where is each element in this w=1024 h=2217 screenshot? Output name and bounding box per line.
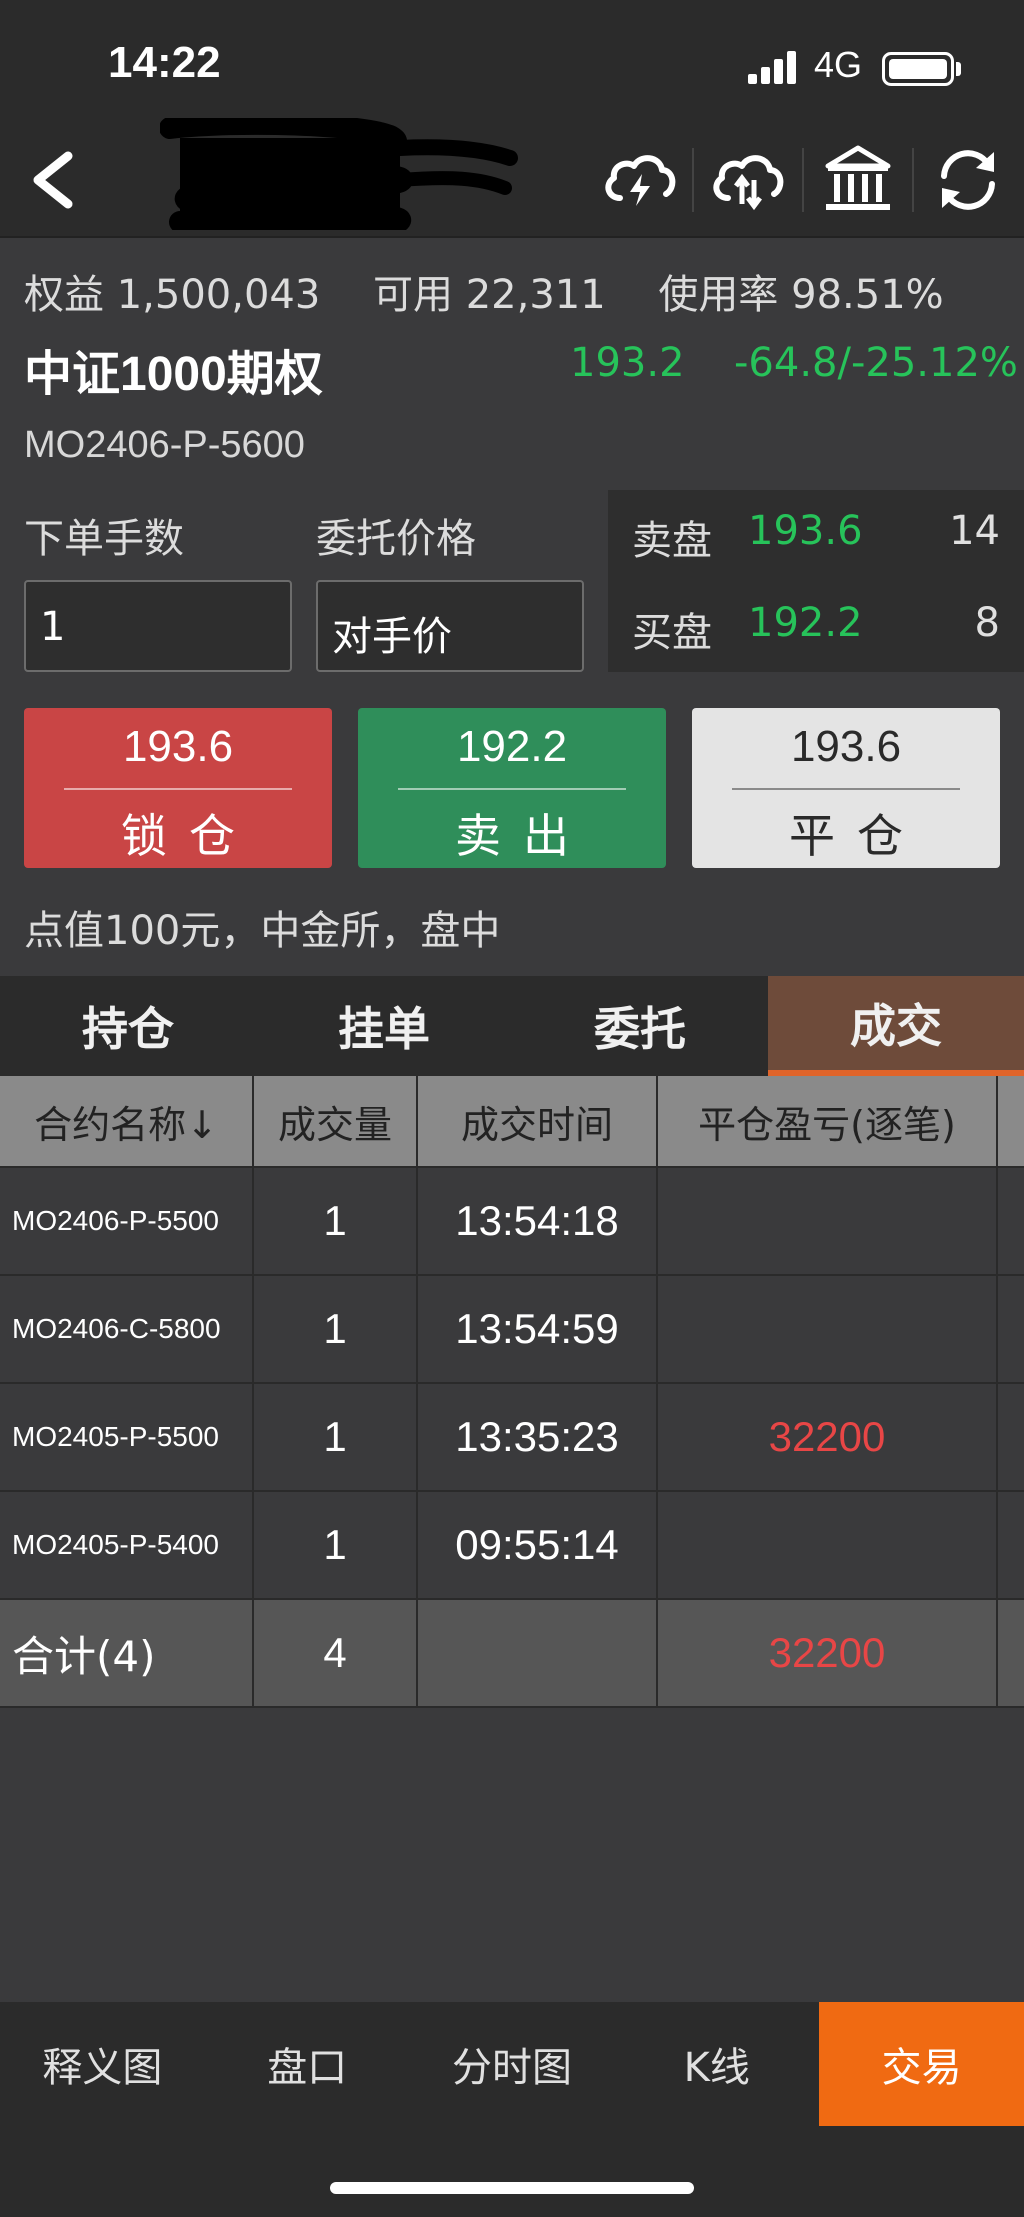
cell-contract: MO2406-P-5500 <box>0 1168 254 1274</box>
network-type: 4G <box>814 44 863 85</box>
cell-volume: 1 <box>254 1384 418 1490</box>
available-label: 可用 <box>373 272 454 318</box>
usage-label: 使用率 <box>658 272 779 318</box>
cell-contract: MO2406-C-5800 <box>0 1276 254 1382</box>
price-type-input[interactable]: 对手价 <box>316 580 584 672</box>
cell-pnl: 32200 <box>658 1384 998 1490</box>
nav-orderbook[interactable]: 盘口 <box>205 2002 410 2126</box>
cell-contract: MO2405-P-5400 <box>0 1492 254 1598</box>
bank-icon[interactable] <box>818 140 898 220</box>
account-title-redacted <box>159 112 560 238</box>
total-label: 合计(4) <box>0 1600 254 1706</box>
divider <box>732 788 960 790</box>
cell-more <box>998 1276 1024 1382</box>
close-label: 平仓 <box>789 809 925 863</box>
nav-kline[interactable]: K线 <box>614 2002 819 2126</box>
divider <box>64 788 292 790</box>
header-separator <box>912 148 914 212</box>
close-position-button[interactable]: 193.6 平仓 <box>692 708 1000 868</box>
sell-price: 192.2 <box>456 722 568 771</box>
cloud-lightning-icon[interactable] <box>600 140 680 220</box>
equity-label: 权益 <box>24 272 104 318</box>
header-separator <box>802 148 804 212</box>
sell-button[interactable]: 192.2 卖出 <box>358 708 666 868</box>
cell-more <box>998 1384 1024 1490</box>
tab-pending[interactable]: 挂单 <box>256 976 512 1076</box>
tab-trades[interactable]: 成交 <box>768 976 1024 1076</box>
table-row[interactable]: MO2406-P-5500 1 13:54:18 <box>0 1168 1024 1276</box>
trades-table: 合约名称↓ 成交量 成交时间 平仓盈亏(逐笔) MO2406-P-5500 1 … <box>0 1076 1024 1708</box>
tab-orders[interactable]: 委托 <box>512 976 768 1076</box>
record-tabs: 持仓 挂单 委托 成交 <box>0 976 1024 1076</box>
cell-more <box>998 1492 1024 1598</box>
signal-icon <box>748 50 798 84</box>
header-more <box>998 1076 1024 1166</box>
cell-contract: MO2405-P-5500 <box>0 1384 254 1490</box>
header-separator <box>692 148 694 212</box>
qty-input[interactable]: 1 <box>24 580 292 672</box>
ask-price: 193.6 <box>748 508 863 554</box>
cloud-sync-icon[interactable] <box>708 140 788 220</box>
bid-label: 买盘 <box>632 610 712 656</box>
header-time[interactable]: 成交时间 <box>418 1076 658 1166</box>
lock-position-button[interactable]: 193.6 锁仓 <box>24 708 332 868</box>
price-change: -64.8/-25.12% <box>734 340 1018 386</box>
cell-volume: 1 <box>254 1168 418 1274</box>
battery-icon <box>882 52 954 86</box>
table-header: 合约名称↓ 成交量 成交时间 平仓盈亏(逐笔) <box>0 1076 1024 1168</box>
bottom-nav: 释义图 盘口 分时图 K线 交易 <box>0 2002 1024 2126</box>
back-icon[interactable] <box>24 148 84 212</box>
available-value: 22,311 <box>465 272 606 318</box>
contract-name: 中证1000期权 <box>24 348 323 401</box>
cell-more <box>998 1168 1024 1274</box>
usage-value: 98.51% <box>791 272 944 318</box>
price-type-label: 委托价格 <box>316 516 476 562</box>
table-row[interactable]: MO2405-P-5500 1 13:35:23 32200 <box>0 1384 1024 1492</box>
account-summary: 权益 1,500,043 可用 22,311 使用率 98.51% <box>24 262 944 320</box>
table-row[interactable]: MO2406-C-5800 1 13:54:59 <box>0 1276 1024 1384</box>
last-price: 193.2 <box>570 340 685 386</box>
total-more <box>998 1600 1024 1706</box>
ask-label: 卖盘 <box>632 518 712 564</box>
contract-info: 点值100元，中金所，盘中 <box>24 908 501 954</box>
contract-code[interactable]: MO2406-P-5600 <box>24 424 305 467</box>
refresh-icon[interactable] <box>928 140 1008 220</box>
table-total-row: 合计(4) 4 32200 <box>0 1600 1024 1708</box>
cell-time: 09:55:14 <box>418 1492 658 1598</box>
bid-price: 192.2 <box>748 600 863 646</box>
home-indicator-area <box>0 2126 1024 2217</box>
nav-intraday[interactable]: 分时图 <box>410 2002 615 2126</box>
cell-volume: 1 <box>254 1276 418 1382</box>
total-pnl: 32200 <box>658 1600 998 1706</box>
nav-trade[interactable]: 交易 <box>819 2002 1024 2126</box>
close-price: 193.6 <box>790 722 902 771</box>
header-pnl[interactable]: 平仓盈亏(逐笔) <box>658 1076 998 1166</box>
sell-label: 卖出 <box>455 809 591 863</box>
cell-pnl <box>658 1168 998 1274</box>
cell-volume: 1 <box>254 1492 418 1598</box>
cell-pnl <box>658 1276 998 1382</box>
header-volume[interactable]: 成交量 <box>254 1076 418 1166</box>
battery-tip <box>956 62 961 76</box>
total-volume: 4 <box>254 1600 418 1706</box>
cell-time: 13:35:23 <box>418 1384 658 1490</box>
lock-price: 193.6 <box>122 722 234 771</box>
cell-pnl <box>658 1492 998 1598</box>
qty-label: 下单手数 <box>24 516 184 562</box>
cell-time: 13:54:18 <box>418 1168 658 1274</box>
tab-positions[interactable]: 持仓 <box>0 976 256 1076</box>
total-time <box>418 1600 658 1706</box>
header-contract[interactable]: 合约名称↓ <box>0 1076 254 1166</box>
nav-explain-chart[interactable]: 释义图 <box>0 2002 205 2126</box>
table-row[interactable]: MO2405-P-5400 1 09:55:14 <box>0 1492 1024 1600</box>
status-time: 14:22 <box>108 38 221 87</box>
home-indicator[interactable] <box>330 2182 694 2194</box>
equity-value: 1,500,043 <box>116 272 321 318</box>
bid-qty: 8 <box>974 600 1000 646</box>
cell-time: 13:54:59 <box>418 1276 658 1382</box>
divider <box>398 788 626 790</box>
lock-label: 锁仓 <box>121 809 257 863</box>
ask-qty: 14 <box>949 508 1000 554</box>
